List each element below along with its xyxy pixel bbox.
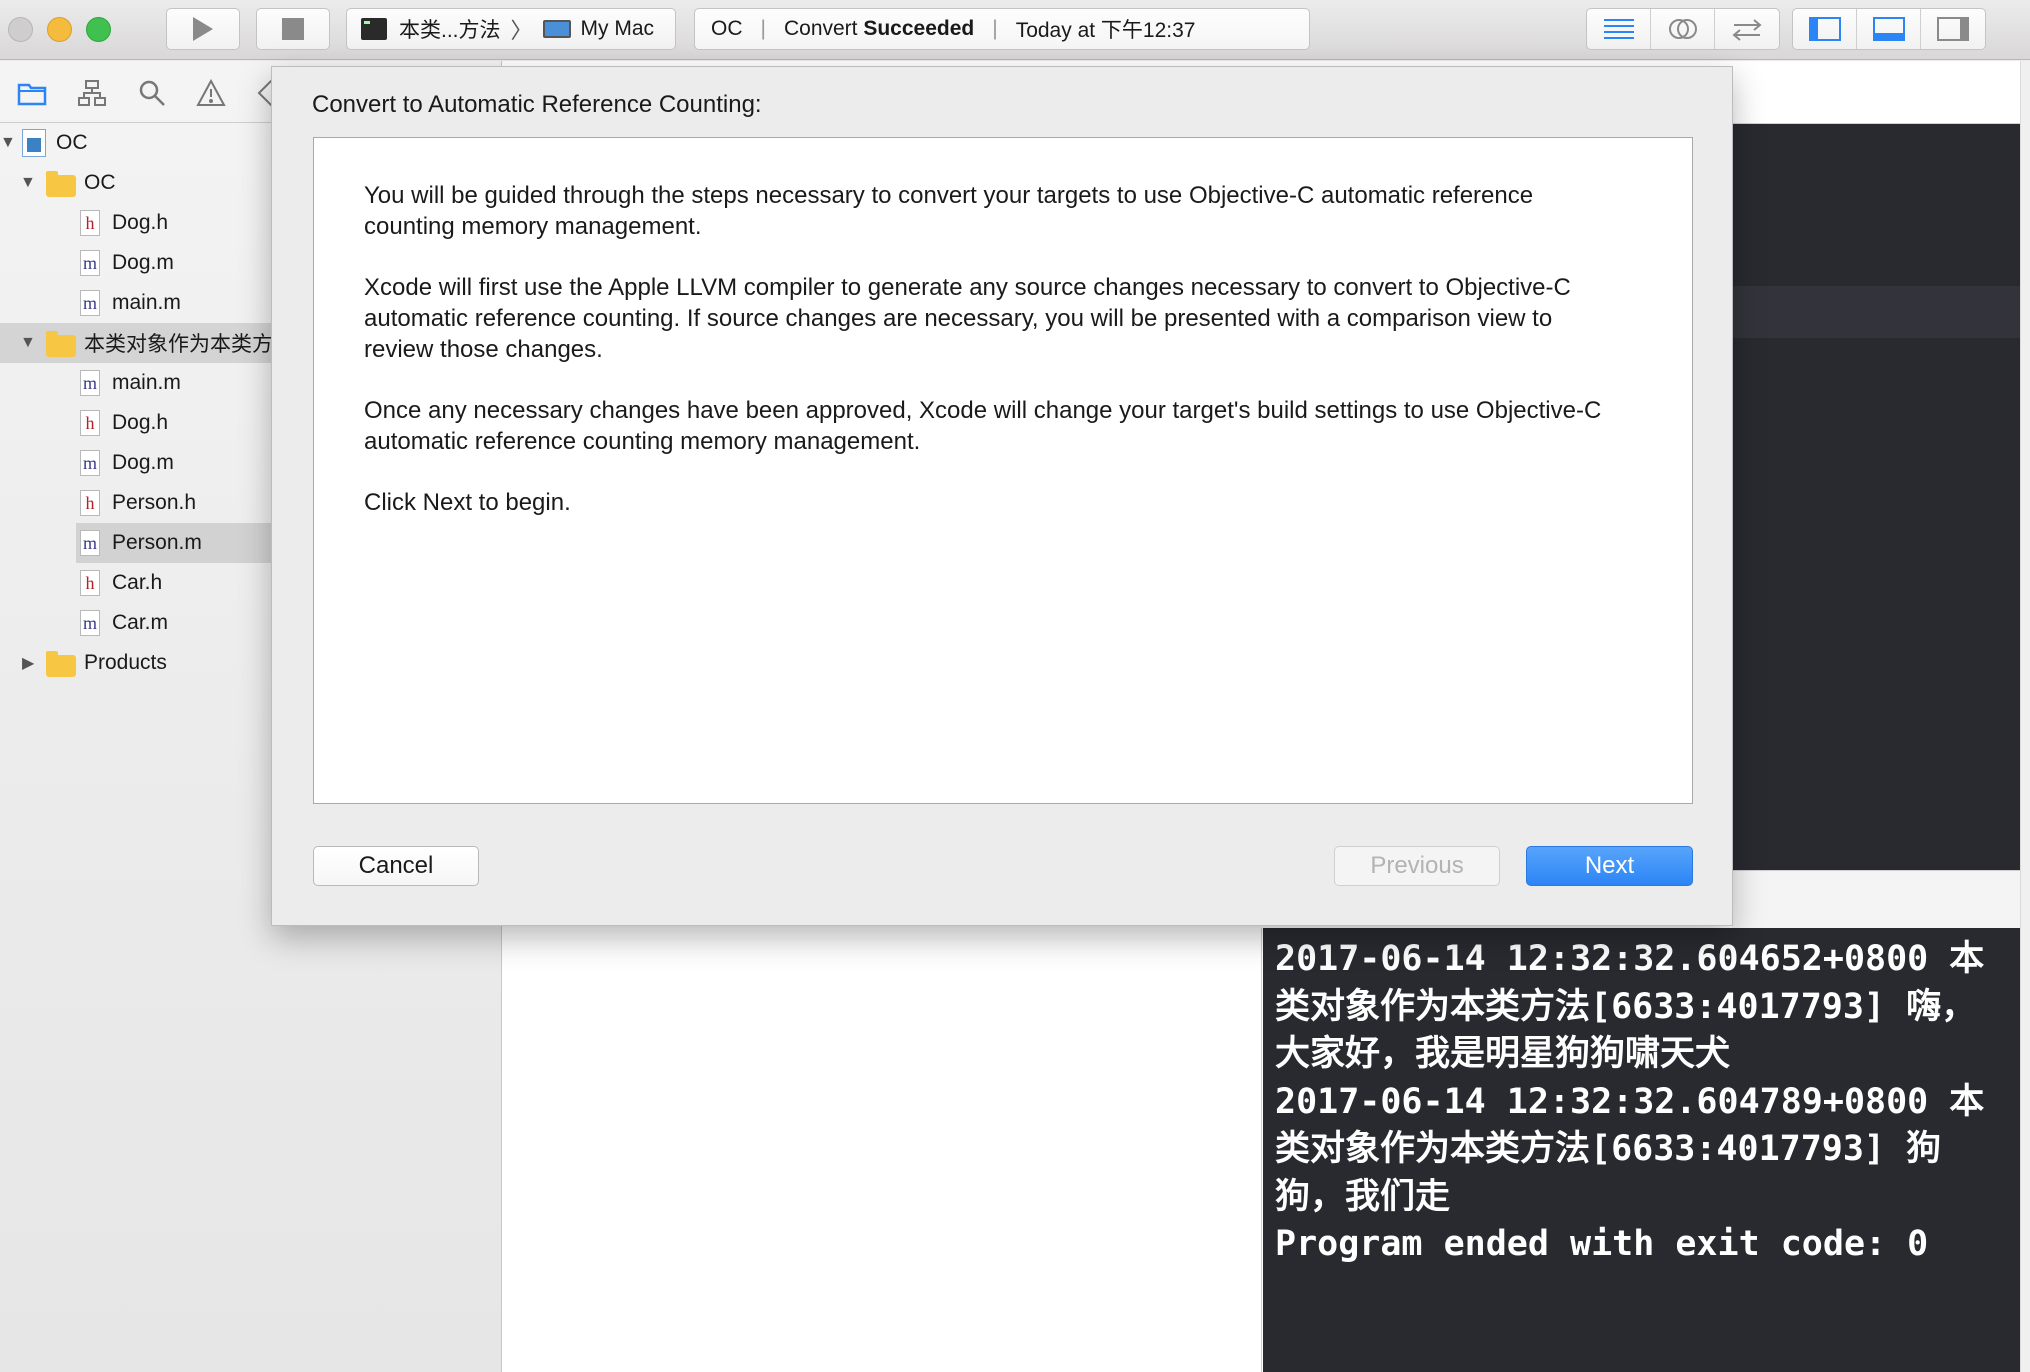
tree-item-label: Person.m: [112, 531, 202, 554]
tree-item-label: 本类对象作为本类方法: [84, 333, 294, 356]
tree-item-label: main.m: [112, 291, 181, 314]
next-button[interactable]: Next: [1526, 846, 1693, 886]
search-icon[interactable]: [137, 78, 167, 108]
implementation-file-icon: m: [80, 290, 100, 316]
cancel-button[interactable]: Cancel: [313, 846, 479, 886]
implementation-file-icon: m: [80, 370, 100, 396]
variables-view: [502, 928, 1262, 1372]
scheme-selector[interactable]: 本类...方法 〉 My Mac: [346, 8, 676, 50]
disclosure-closed-icon[interactable]: ▶: [22, 653, 34, 673]
console-line: 2017-06-14 12:32:32.604789+0800 本类对象作为本类…: [1275, 1081, 1985, 1217]
toggle-navigator-button[interactable]: [1793, 9, 1857, 49]
tree-item-label: Dog.m: [112, 451, 174, 474]
overlap-circles-icon: [1668, 19, 1697, 39]
window-zoom-button[interactable]: [86, 17, 111, 42]
folder-icon[interactable]: [17, 78, 47, 108]
dialog-paragraph: Once any necessary changes have been app…: [364, 397, 1602, 455]
warning-icon[interactable]: [196, 78, 226, 108]
implementation-file-icon: m: [80, 450, 100, 476]
tree-item-label: Car.h: [112, 571, 163, 594]
tree-item-label: Person.h: [112, 491, 197, 514]
tree-item-label: Products: [84, 651, 167, 674]
hierarchy-icon[interactable]: [77, 78, 107, 108]
debug-bar: [1732, 870, 2020, 928]
terminal-app-icon: [361, 18, 387, 40]
scheme-name: 本类...方法: [399, 19, 501, 42]
dialog-paragraph: Click Next to begin.: [364, 489, 571, 516]
window-close-button[interactable]: [8, 17, 33, 42]
previous-button[interactable]: Previous: [1334, 846, 1500, 886]
toggle-utilities-button[interactable]: [1921, 9, 1985, 49]
chevron-right-icon: 〉: [510, 18, 533, 43]
toolbar: 本类...方法 〉 My Mac OC | Convert Succeeded …: [0, 0, 2030, 60]
console-line: Program ended with exit code: 0: [1275, 1224, 1929, 1264]
folder-icon: [46, 171, 76, 197]
activity-divider: |: [992, 17, 998, 40]
toggle-debug-area-button[interactable]: [1857, 9, 1921, 49]
folder-icon: [46, 651, 76, 677]
stop-button[interactable]: [256, 8, 330, 50]
run-button[interactable]: [166, 8, 240, 50]
tree-item-label: Dog.h: [112, 211, 169, 234]
dialog-title: Convert to Automatic Reference Counting:: [312, 91, 762, 118]
current-line-highlight: [1732, 286, 2020, 338]
window-minimize-button[interactable]: [47, 17, 72, 42]
lines-icon: [1603, 19, 1634, 39]
folder-icon: [46, 331, 76, 357]
tree-item-label: OC: [56, 131, 88, 154]
activity-project: OC: [711, 17, 743, 40]
tree-item-label: Dog.m: [112, 251, 174, 274]
tree-item-label: OC: [84, 171, 116, 194]
header-file-icon: h: [80, 210, 100, 236]
implementation-file-icon: m: [80, 250, 100, 276]
header-file-icon: h: [80, 490, 100, 516]
activity-divider: |: [760, 17, 766, 40]
implementation-file-icon: m: [80, 610, 100, 636]
dialog-paragraph: Xcode will first use the Apple LLVM comp…: [364, 274, 1571, 363]
laptop-icon: [542, 20, 571, 38]
header-file-icon: h: [80, 410, 100, 436]
view-toggle-control: [1792, 8, 1986, 50]
tree-item-label: Car.m: [112, 611, 169, 634]
destination-name: My Mac: [580, 17, 655, 40]
editor-mode-control: [1586, 8, 1780, 50]
implementation-file-icon: m: [80, 530, 100, 556]
dialog-content-box: You will be guided through the steps nec…: [313, 137, 1693, 804]
right-panel-icon: [1937, 17, 1969, 41]
convert-arc-dialog: Convert to Automatic Reference Counting:…: [271, 66, 1733, 926]
activity-viewer: OC | Convert Succeeded | Today at 下午12:3…: [694, 8, 1310, 50]
disclosure-open-icon[interactable]: ▼: [0, 134, 16, 152]
project-icon: [22, 129, 46, 157]
tree-item-label: Dog.h: [112, 411, 169, 434]
dialog-paragraph: You will be guided through the steps nec…: [364, 182, 1534, 240]
activity-status: Convert Succeeded: [783, 17, 975, 40]
left-panel-icon: [1808, 17, 1841, 41]
disclosure-open-icon[interactable]: ▼: [20, 334, 36, 352]
swap-arrows-icon: [1732, 19, 1762, 41]
assistant-editor-button[interactable]: [1651, 9, 1715, 49]
stop-icon: [282, 18, 304, 40]
play-icon: [193, 17, 213, 41]
standard-editor-button[interactable]: [1587, 9, 1651, 49]
activity-time: Today at 下午12:37: [1015, 19, 1196, 42]
header-file-icon: h: [80, 570, 100, 596]
version-editor-button[interactable]: [1715, 9, 1779, 49]
jump-bar: [1732, 61, 2020, 124]
scrollbar[interactable]: [2020, 61, 2030, 1372]
console-line: 2017-06-14 12:32:32.604652+0800 本类对象作为本类…: [1275, 939, 1985, 1074]
bottom-panel-icon: [1872, 17, 1905, 41]
disclosure-open-icon[interactable]: ▼: [20, 174, 36, 192]
source-editor[interactable]: [1732, 124, 2020, 870]
tree-item-label: main.m: [112, 371, 181, 394]
console-output[interactable]: 2017-06-14 12:32:32.604652+0800 本类对象作为本类…: [1263, 928, 2020, 1372]
